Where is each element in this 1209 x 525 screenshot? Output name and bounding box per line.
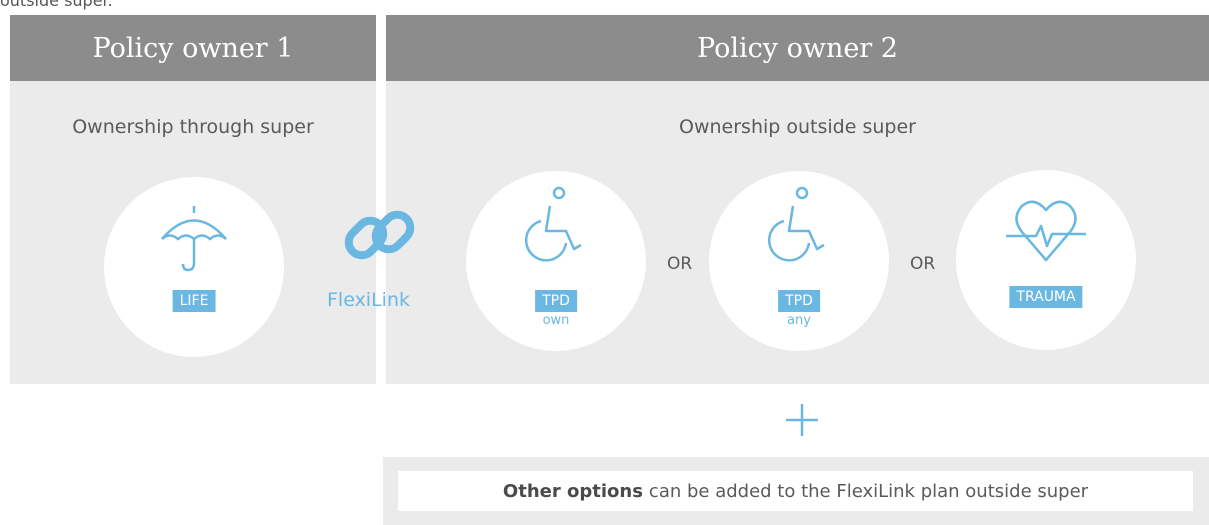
umbrella-icon bbox=[161, 206, 227, 272]
ownership-outside-super-label: Ownership outside super bbox=[679, 116, 916, 138]
life-cover-circle: LIFE bbox=[104, 177, 284, 357]
other-options-bold: Other options bbox=[502, 480, 643, 502]
other-options-text: Other options can be added to the FlexiL… bbox=[398, 471, 1193, 511]
cover-subtag: any bbox=[787, 313, 811, 328]
flexilink-label: FlexiLink bbox=[327, 289, 410, 311]
cover-subtag: own bbox=[542, 313, 570, 328]
cover-tag: LIFE bbox=[172, 290, 216, 312]
tpd-any-cover-circle: TPD any bbox=[709, 171, 889, 351]
policy-owner-1-header: Policy owner 1 bbox=[10, 15, 376, 81]
ownership-through-super-label: Ownership through super bbox=[72, 116, 314, 138]
heart-pulse-icon bbox=[1006, 200, 1086, 262]
plus-icon bbox=[786, 404, 818, 436]
top-note: outside super. bbox=[0, 0, 113, 10]
policy-owner-2-header: Policy owner 2 bbox=[386, 15, 1209, 81]
or-connector: OR bbox=[667, 254, 693, 274]
chain-link-icon bbox=[344, 210, 415, 260]
cover-tag: TPD bbox=[535, 290, 577, 312]
tpd-own-cover-circle: TPD own bbox=[466, 171, 646, 351]
trauma-cover-circle: TRAUMA bbox=[956, 170, 1136, 350]
cover-tag: TRAUMA bbox=[1009, 286, 1083, 308]
cover-tag: TPD bbox=[778, 290, 820, 312]
or-connector: OR bbox=[910, 254, 936, 274]
other-options-rest: can be added to the FlexiLink plan outsi… bbox=[648, 480, 1089, 502]
